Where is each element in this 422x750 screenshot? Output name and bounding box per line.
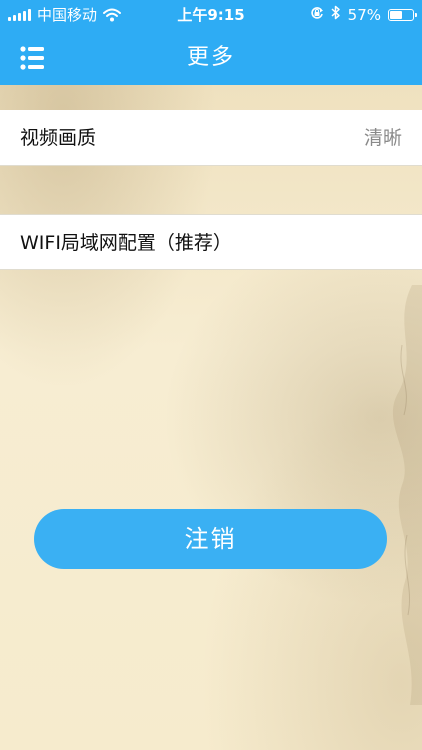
page-title: 更多 — [186, 45, 235, 70]
wifi-config-label: WIFI局域网配置（推荐） — [20, 232, 232, 254]
parchment-background — [0, 85, 422, 750]
video-quality-row[interactable]: 视频画质 清晰 — [0, 110, 422, 166]
list-menu-icon[interactable] — [14, 43, 50, 73]
map-decoration-icon — [392, 285, 422, 705]
battery-percent: 57% — [347, 6, 381, 24]
battery-fill — [390, 11, 402, 19]
video-quality-label: 视频画质 — [20, 127, 97, 149]
rotation-lock-icon — [310, 0, 324, 30]
nav-bar: 更多 — [0, 30, 422, 85]
status-right: 57% — [310, 0, 417, 30]
status-bar: 中国移动 上午9:15 57% — [0, 0, 422, 30]
logout-button[interactable]: 注销 — [34, 509, 387, 569]
wifi-config-row[interactable]: WIFI局域网配置（推荐） — [0, 214, 422, 270]
bluetooth-icon — [331, 0, 341, 30]
video-quality-value: 清晰 — [363, 127, 402, 149]
battery-icon — [388, 9, 417, 21]
